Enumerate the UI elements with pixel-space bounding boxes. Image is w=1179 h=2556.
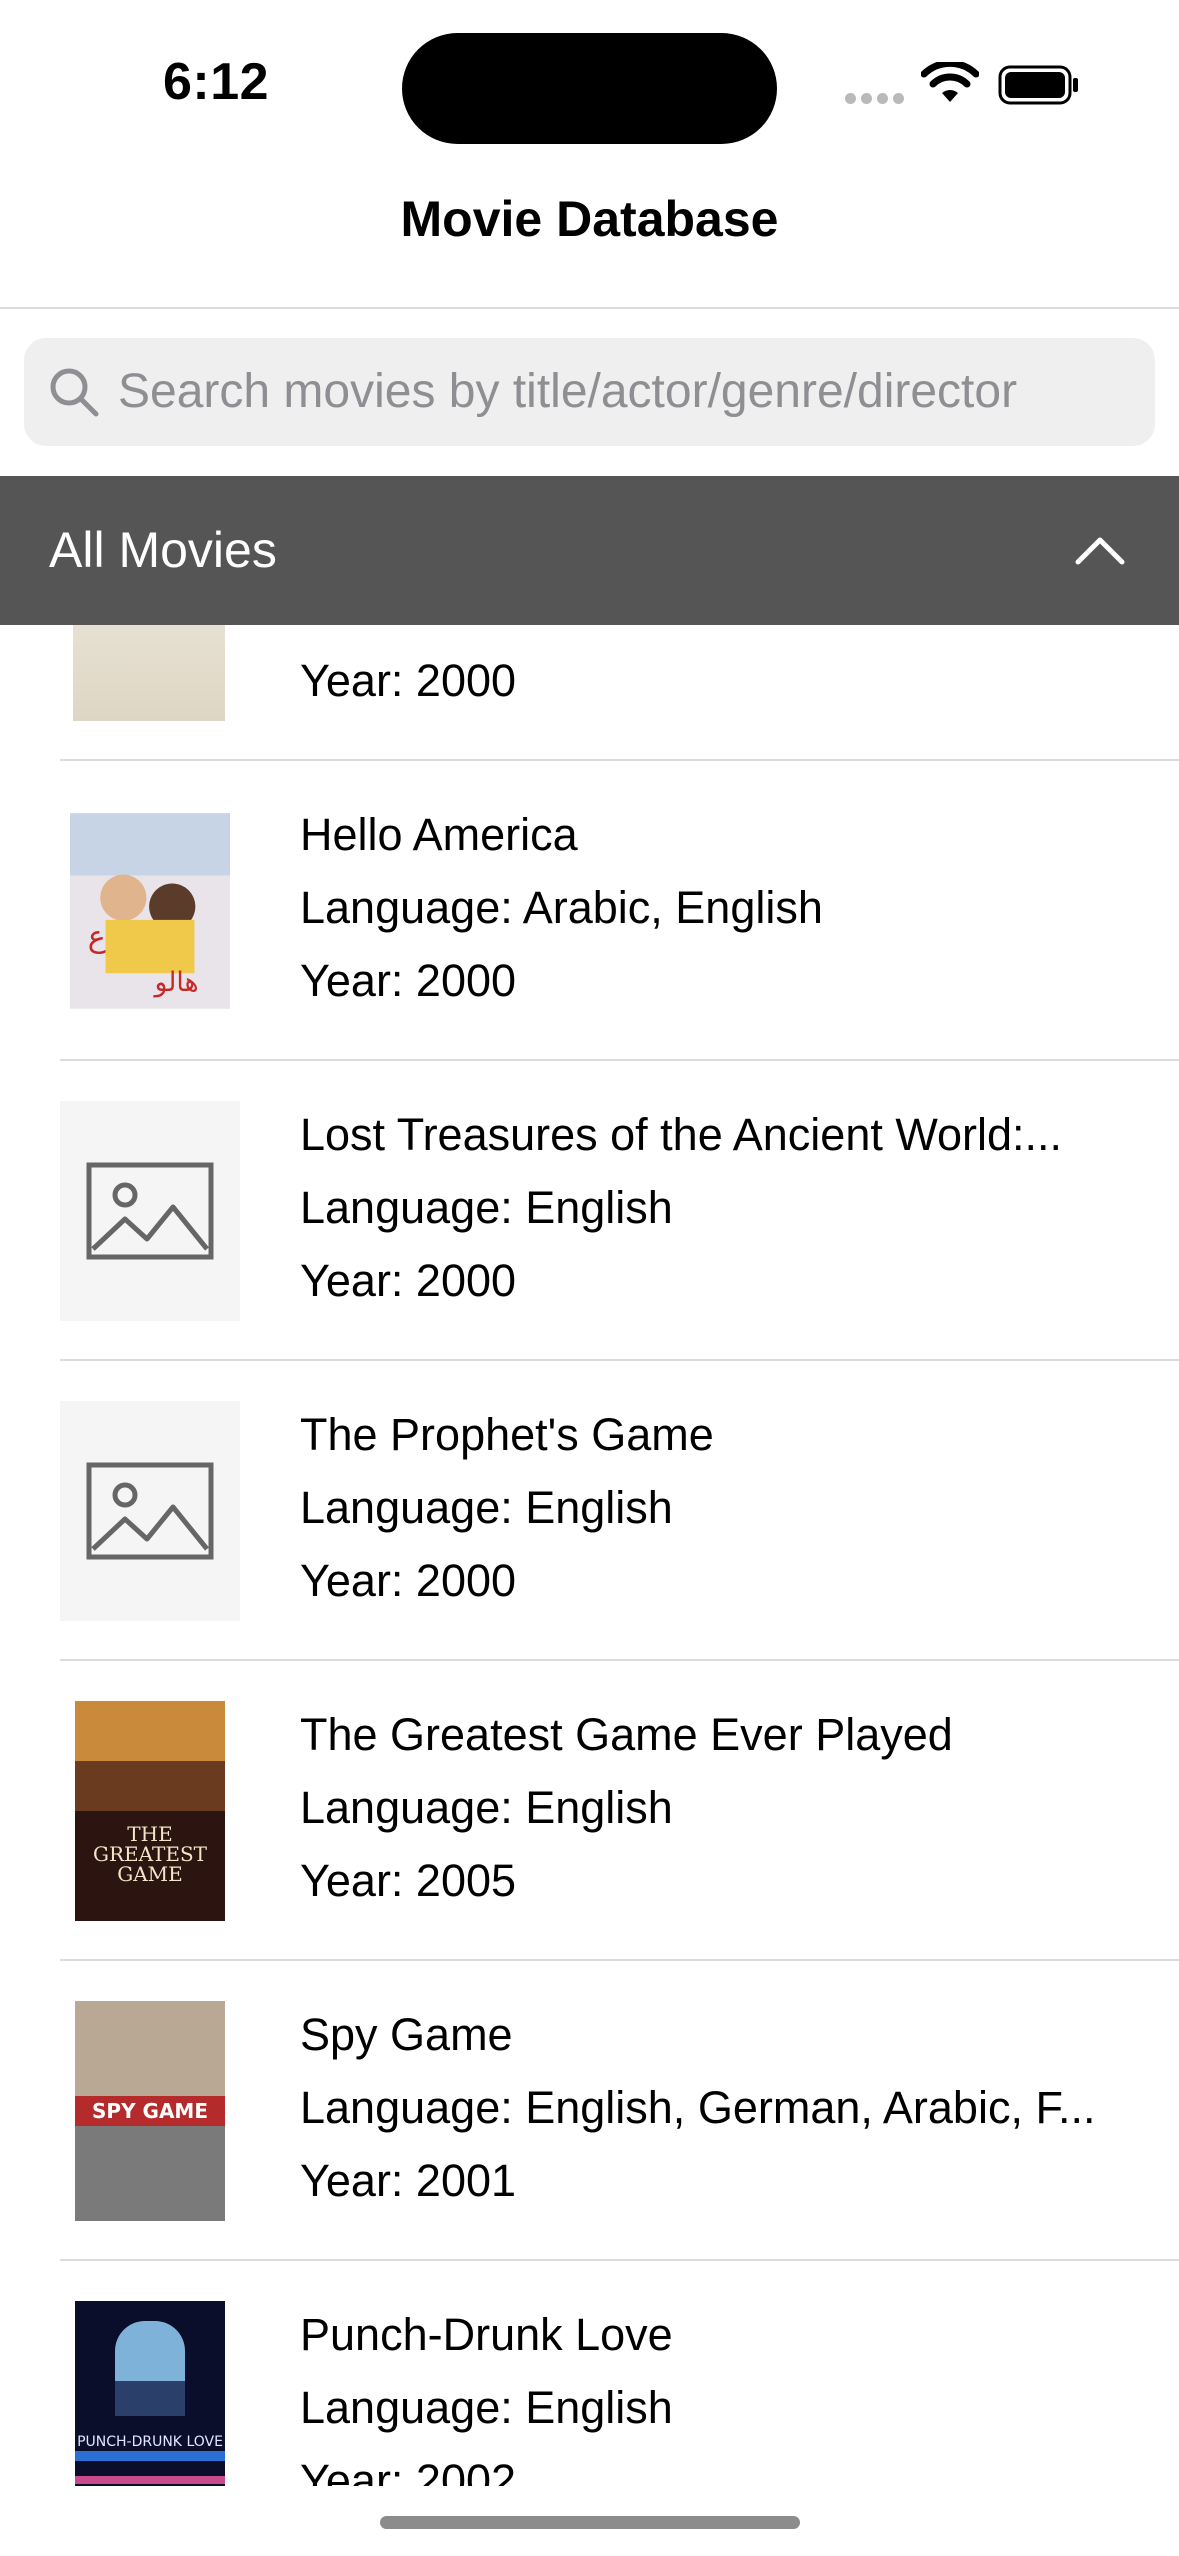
movie-title: The Prophet's Game (300, 1409, 714, 1460)
movie-row[interactable]: SPY GAME Spy Game Language: English, Ger… (0, 1961, 1179, 2261)
movie-language: Language: English (300, 1182, 673, 1233)
movie-row[interactable]: Lost Treasures of the Ancient World:... … (0, 1061, 1179, 1361)
battery-icon (998, 65, 1078, 105)
dynamic-island (402, 33, 777, 144)
movie-title: The Greatest Game Ever Played (300, 1709, 953, 1760)
movie-language: Language: English (300, 2382, 673, 2433)
svg-text:SPY GAME: SPY GAME (92, 2099, 208, 2123)
movie-row[interactable]: ع هالو Hello America Language: Arabic, E… (0, 761, 1179, 1061)
status-bar: 6:12 (0, 0, 1179, 170)
movie-list[interactable]: Year: 2000 ع هالو Hello America Language… (0, 476, 1179, 2486)
movie-title: Lost Treasures of the Ancient World:... (300, 1109, 1063, 1160)
home-indicator[interactable] (380, 2516, 800, 2529)
movie-year: Year: 2005 (300, 1855, 517, 1906)
movie-row[interactable]: PUNCH-DRUNK LOVE Punch-Drunk Love Langua… (0, 2261, 1179, 2486)
movie-language: Language: English (300, 1482, 673, 1533)
svg-text:GAME: GAME (117, 1862, 183, 1886)
movie-poster: THE GREATEST GAME (75, 1701, 225, 1921)
search-input[interactable]: Search movies by title/actor/genre/direc… (24, 338, 1155, 446)
movie-year: Year: 2002 (300, 2455, 517, 2486)
svg-text:هالو: هالو (152, 967, 198, 998)
movie-row[interactable]: The Prophet's Game Language: English Yea… (0, 1361, 1179, 1661)
page-title: Movie Database (400, 191, 779, 247)
movie-title: Hello America (300, 809, 578, 860)
movie-language: Language: English, German, Arabic, F... (300, 2082, 1096, 2133)
status-time: 6:12 (163, 53, 270, 111)
search-placeholder: Search movies by title/actor/genre/direc… (118, 365, 1018, 418)
movie-year: Year: 2000 (300, 955, 517, 1006)
section-header-all-movies[interactable]: All Movies (0, 476, 1179, 625)
section-title: All Movies (49, 522, 277, 578)
cellular-signal-icon (845, 93, 905, 107)
movie-title: Spy Game (300, 2009, 513, 2060)
movie-poster: ع هالو (70, 813, 230, 1009)
movie-year: Year: 2000 (300, 655, 517, 706)
movie-language: Language: Arabic, English (300, 882, 823, 933)
movie-row[interactable]: THE GREATEST GAME The Greatest Game Ever… (0, 1661, 1179, 1961)
movie-poster-placeholder (60, 1401, 240, 1621)
movie-year: Year: 2001 (300, 2155, 517, 2206)
chevron-up-icon[interactable] (1074, 524, 1126, 576)
movie-language: Language: English (300, 1782, 673, 1833)
image-placeholder-icon (86, 1462, 214, 1560)
svg-text:ع: ع (88, 920, 106, 955)
movie-poster: SPY GAME (75, 2001, 225, 2221)
search-icon (50, 368, 99, 417)
nav-divider (0, 307, 1179, 309)
wifi-icon (921, 62, 979, 102)
movie-poster: PUNCH-DRUNK LOVE (75, 2301, 225, 2486)
svg-text:PUNCH-DRUNK LOVE: PUNCH-DRUNK LOVE (77, 2434, 223, 2450)
image-placeholder-icon (86, 1162, 214, 1260)
movie-poster-placeholder (60, 1101, 240, 1321)
movie-year: Year: 2000 (300, 1255, 517, 1306)
movie-title: Punch-Drunk Love (300, 2309, 673, 2360)
movie-year: Year: 2000 (300, 1555, 517, 1606)
